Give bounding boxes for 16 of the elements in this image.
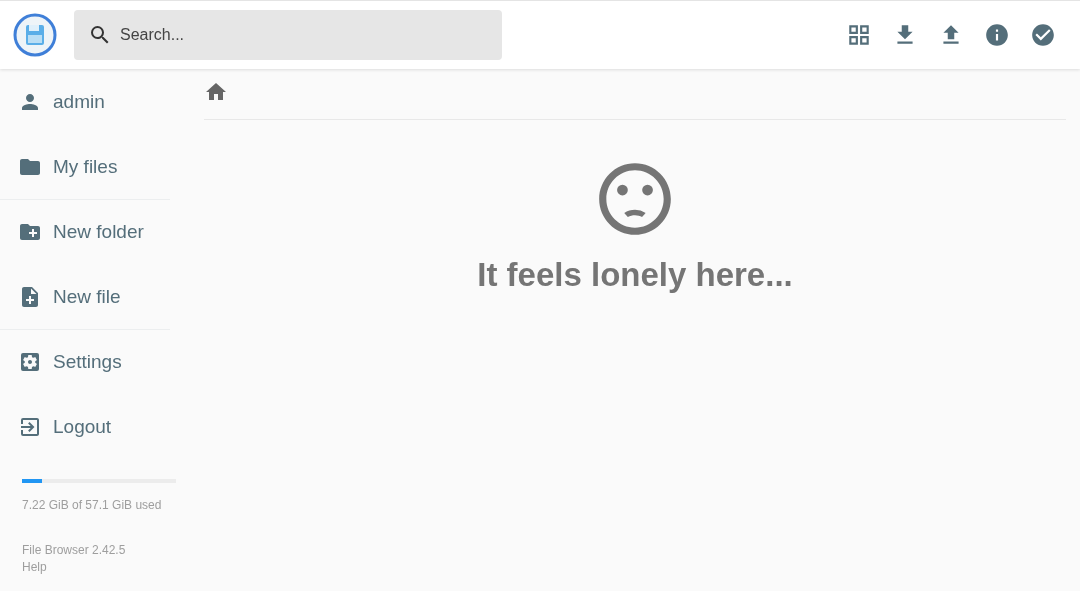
empty-message: It feels lonely here... bbox=[477, 256, 793, 294]
help-link[interactable]: Help bbox=[22, 560, 47, 574]
sidebar-item[interactable]: admin bbox=[0, 70, 170, 135]
version-text: File Browser 2.42.5 bbox=[22, 543, 127, 557]
grid-icon bbox=[846, 22, 872, 48]
search-field[interactable]: Search... bbox=[74, 10, 502, 60]
exit-icon bbox=[18, 415, 42, 439]
sidebar-item[interactable]: My files bbox=[0, 135, 170, 200]
sidebar-item[interactable]: New file bbox=[0, 265, 170, 330]
info-icon bbox=[984, 22, 1010, 48]
sidebar-item[interactable]: Logout bbox=[0, 395, 170, 460]
storage-usage: 7.22 GiB of 57.1 GiB used bbox=[22, 498, 163, 512]
gear-icon bbox=[18, 350, 42, 374]
logo-icon[interactable] bbox=[13, 13, 57, 57]
sidebar-item[interactable]: New folder bbox=[0, 200, 170, 265]
sidebar-item[interactable]: Settings bbox=[0, 330, 170, 395]
